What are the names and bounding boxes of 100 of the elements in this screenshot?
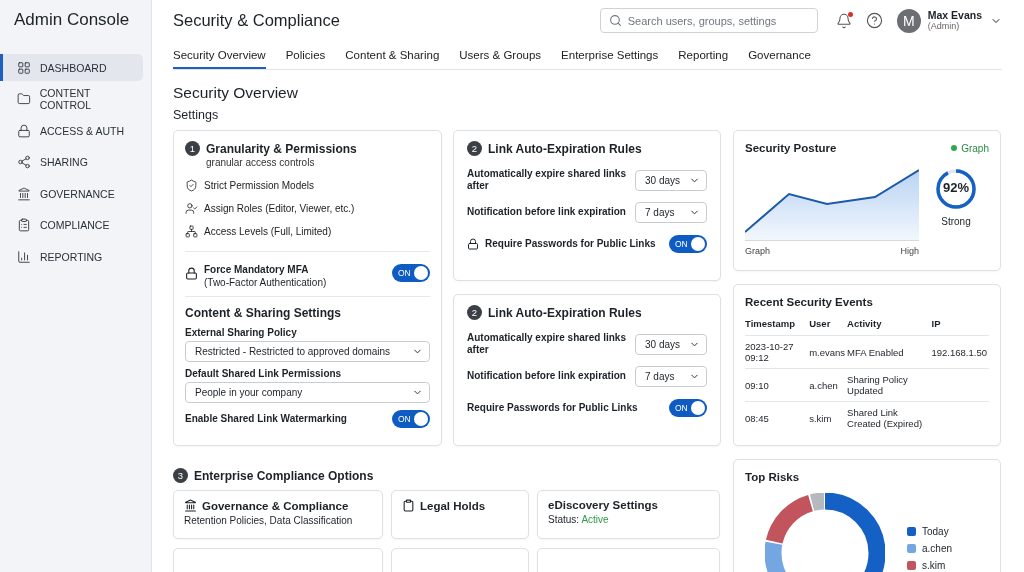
sidebar-item[interactable]: GOVERNANCE [0, 180, 143, 207]
permission-item: Strict Permission Models [204, 180, 315, 191]
dropdown[interactable]: 30 days [635, 333, 707, 355]
step-number: 3 [173, 468, 188, 483]
column-header: User [809, 316, 848, 336]
search-icon [608, 14, 622, 27]
tab[interactable]: Enterprise Settings [561, 45, 659, 69]
bank-icon [184, 499, 197, 512]
app-title: Admin Console [13, 10, 131, 31]
dropdown[interactable]: 7 days [635, 201, 707, 223]
step-number: 1 [185, 141, 200, 156]
legend-label: Today [922, 526, 949, 537]
setting-label: Require Passwords for Public Links [467, 402, 639, 414]
dropdown[interactable]: 30 days [635, 169, 707, 191]
option-title: Legal Holds [420, 499, 486, 512]
sidebar-item[interactable]: CONTENT CONTROL [0, 85, 143, 113]
toggle-switch[interactable]: ON [669, 399, 707, 417]
group-title: Enterprise Compliance Options [194, 468, 374, 483]
option-subtitle: Retention Policies, Data Classification [184, 515, 354, 526]
sidebar-item[interactable]: DASHBOARD [0, 54, 143, 81]
user-avatar[interactable]: M [896, 8, 921, 33]
page-heading: Security & Compliance [173, 11, 341, 30]
setting-label: Notification before link expiration [467, 206, 627, 218]
table-cell: 08:45 [745, 401, 810, 435]
status-text: Status: Active [548, 514, 610, 525]
card-title: Link Auto-Expiration Rules [488, 305, 642, 320]
score-value: 92% [942, 180, 970, 195]
nav-icon [17, 92, 31, 106]
sidebar-item[interactable]: ACCESS & AUTH [0, 117, 143, 144]
axis-label: Graph [745, 246, 770, 256]
card-title: Link Auto-Expiration Rules [488, 141, 642, 156]
lock-icon [467, 238, 479, 250]
lock-icon [185, 266, 198, 280]
option-title: Governance & Compliance [202, 499, 349, 512]
nav-icon [17, 155, 31, 169]
clipboard-icon [402, 499, 415, 512]
card-title: Recent Security Events [745, 296, 873, 308]
setting-sublabel: (Two-Factor Authentication) [204, 276, 328, 288]
bullet-icon [185, 202, 198, 215]
table-cell: 2023-10-27 09:12 [745, 335, 810, 369]
table-cell: MFA Enabled [847, 335, 932, 369]
table-cell: m.evans [809, 335, 848, 369]
legend-dot [951, 145, 958, 151]
permission-item: Assign Roles (Editor, Viewer, etc.) [204, 203, 355, 214]
table-cell: a.chen [809, 368, 848, 402]
table-cell: Sharing Policy Updated [847, 368, 932, 402]
subsection-heading: Settings [173, 108, 220, 122]
option-title: eDiscovery Settings [548, 499, 658, 511]
setting-label: Force Mandatory MFA [204, 263, 309, 275]
setting-label: Enable Shared Link Watermarking [185, 413, 348, 425]
tab[interactable]: Users & Groups [459, 45, 542, 69]
nav-icon [17, 249, 31, 264]
bullet-icon [185, 179, 198, 192]
toggle-switch[interactable]: ON [669, 235, 707, 253]
score-label: Strong [941, 216, 971, 227]
table-cell: 192.168.1.50 [931, 335, 989, 369]
column-header: Activity [847, 316, 932, 336]
step-number: 2 [467, 305, 482, 320]
sidebar-item[interactable]: COMPLIANCE [0, 211, 143, 239]
legend-label: a.chen [922, 543, 953, 554]
dropdown[interactable]: Restricted - Restricted to approved domains [185, 341, 430, 362]
sidebar-item[interactable]: REPORTING [0, 243, 143, 270]
user-role: (Admin) [927, 21, 961, 32]
setting-label: Notification before link expiration [467, 370, 627, 382]
table-cell: s.kim [809, 401, 848, 435]
tab[interactable]: Reporting [678, 45, 729, 69]
nav-icon [17, 186, 31, 201]
card-subtitle: granular access controls [206, 157, 316, 168]
column-header: Timestamp [745, 316, 810, 336]
group-title: Content & Sharing Settings [185, 306, 341, 320]
toggle-switch[interactable]: ON [392, 264, 430, 282]
column-header: IP [931, 316, 989, 336]
permission-item: Access Levels (Full, Limited) [204, 226, 332, 237]
axis-label: High [900, 246, 919, 256]
bullet-icon [185, 225, 198, 238]
nav-icon [17, 123, 31, 138]
search-field[interactable]: Search users, groups, settings [599, 8, 818, 33]
dropdown[interactable]: People in your company [185, 382, 430, 403]
card-title: Security Posture [745, 142, 837, 154]
card-title: Granularity & Permissions [206, 141, 357, 156]
field-label: Default Shared Link Permissions [185, 368, 343, 379]
card-title: Top Risks [745, 471, 800, 483]
tab[interactable]: Security Overview [173, 45, 266, 69]
setting-label: Automatically expire shared links after [467, 332, 627, 356]
setting-label: Require Passwords for Public Links [485, 238, 657, 250]
table-cell: 09:10 [745, 368, 810, 402]
notifications-button[interactable] [835, 12, 852, 29]
setting-label: Automatically expire shared links after [467, 168, 627, 192]
toggle-switch[interactable]: ON [392, 410, 430, 428]
user-name: Max Evans [927, 9, 982, 21]
table-cell: Shared Link Created (Expired) [847, 401, 932, 435]
sidebar-item[interactable]: SHARING [0, 148, 143, 176]
field-label: External Sharing Policy [185, 327, 298, 338]
nav-icon [17, 60, 31, 75]
tab[interactable]: Governance [748, 45, 811, 69]
nav-icon [17, 218, 31, 232]
tab[interactable]: Content & Sharing [345, 45, 440, 69]
dropdown[interactable]: 7 days [635, 365, 707, 387]
help-button[interactable] [865, 12, 883, 29]
tab[interactable]: Policies [285, 45, 326, 69]
